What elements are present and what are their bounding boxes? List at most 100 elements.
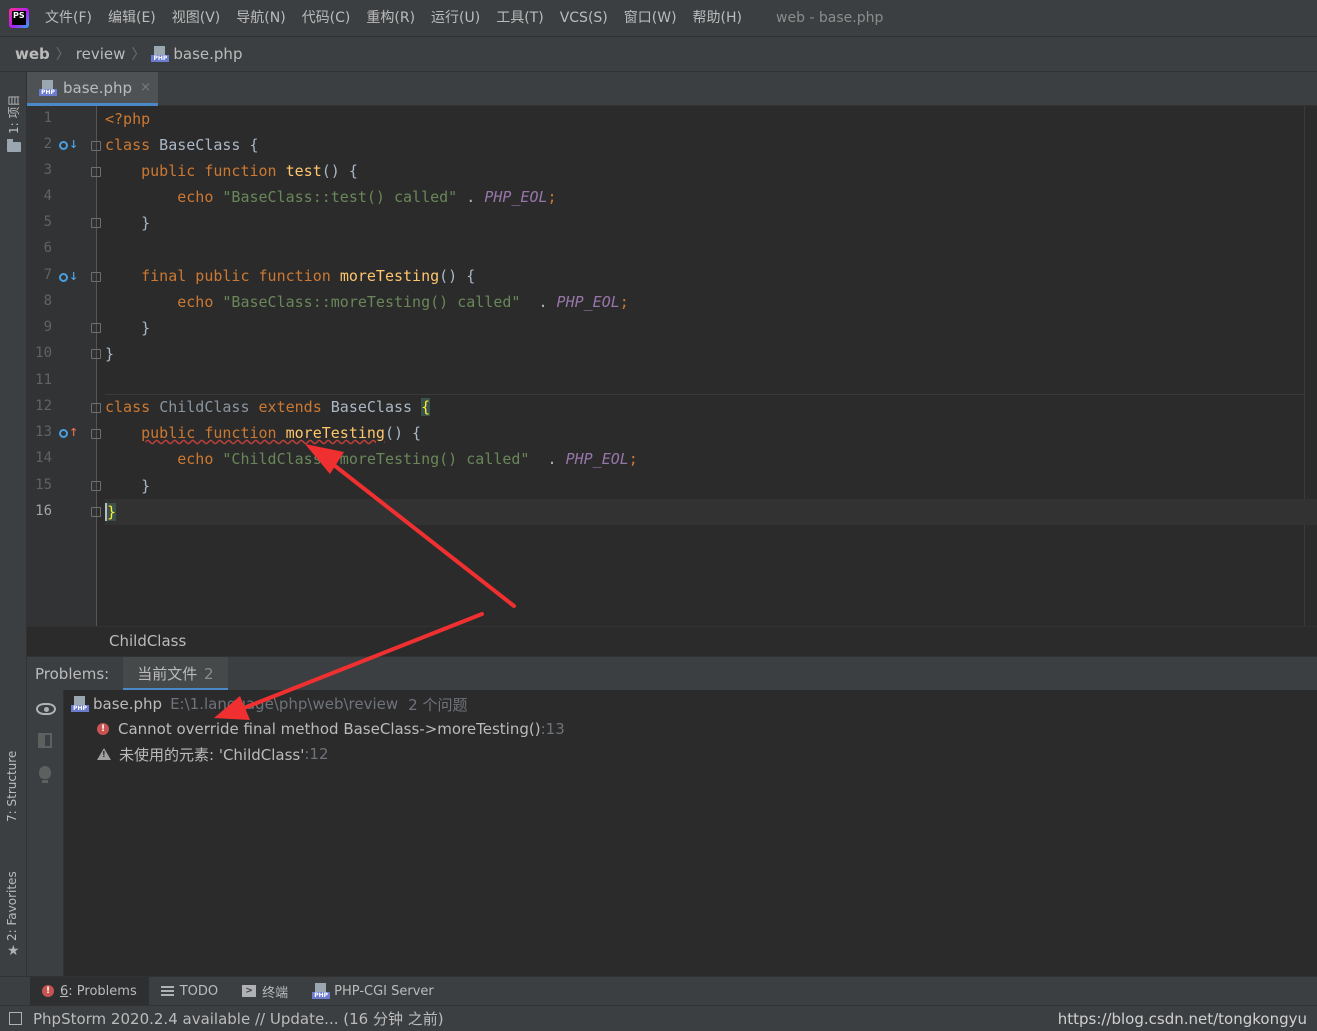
- todo-icon: [160, 986, 174, 996]
- tool-tab-todo[interactable]: TODO: [149, 977, 230, 1006]
- code-line: echo "BaseClass::moreTesting() called" .…: [177, 293, 629, 311]
- fold-toggle-icon[interactable]: [91, 403, 101, 413]
- code-line-error: public function moreTesting() {: [141, 424, 422, 442]
- line-number-gutter: [27, 106, 97, 626]
- menu-help[interactable]: 帮助(H): [685, 0, 750, 36]
- structure-tool-tab[interactable]: 7: Structure: [0, 742, 27, 842]
- code-area[interactable]: <?php class BaseClass { public function …: [105, 106, 1317, 626]
- chevron-right-icon: 〉: [131, 47, 146, 63]
- fold-toggle-icon[interactable]: [91, 141, 101, 151]
- overridden-method-icon[interactable]: ↓: [59, 270, 78, 284]
- problem-item-error[interactable]: ! Cannot override final method BaseClass…: [97, 717, 565, 741]
- editor-tab-bar: PHP base.php ×: [27, 72, 1317, 106]
- watermark-text: https://blog.csdn.net/tongkongyu: [1057, 1010, 1307, 1028]
- code-line: final public function moreTesting() {: [141, 267, 476, 285]
- menu-refactor[interactable]: 重构(R): [358, 0, 423, 36]
- phpstorm-logo-icon: PS: [9, 8, 29, 28]
- problem-item-warning[interactable]: ! 未使用的元素: 'ChildClass' :12: [97, 742, 329, 766]
- code-line: echo "ChildClass::moreTesting() called" …: [177, 450, 638, 468]
- menu-tools[interactable]: 工具(T): [488, 0, 551, 36]
- navigation-breadcrumb: web 〉 review 〉 PHP base.php: [0, 36, 1317, 72]
- line-number: 14: [35, 450, 52, 466]
- menu-edit[interactable]: 编辑(E): [100, 0, 164, 36]
- error-icon: !: [97, 723, 109, 735]
- code-line: class ChildClass extends BaseClass {: [105, 398, 431, 416]
- menu-window[interactable]: 窗口(W): [616, 0, 685, 36]
- php-file-icon: PHP: [71, 696, 89, 712]
- menu-file[interactable]: 文件(F): [37, 0, 100, 36]
- star-icon: ★: [7, 943, 20, 959]
- tool-tab-problems[interactable]: ! 6: Problems: [30, 976, 149, 1006]
- editor-structure-breadcrumb: ChildClass: [27, 626, 1317, 656]
- close-icon[interactable]: ×: [140, 80, 151, 95]
- breadcrumb-item-review[interactable]: review: [76, 45, 126, 63]
- menu-navigate[interactable]: 导航(N): [228, 0, 293, 36]
- tool-tab-terminal[interactable]: > 终端: [230, 977, 300, 1006]
- line-number: 15: [35, 477, 52, 493]
- line-number: 1: [43, 110, 52, 126]
- line-number: 6: [43, 240, 52, 256]
- tool-tab-php-cgi-server[interactable]: PHP PHP-CGI Server: [300, 977, 446, 1006]
- line-number: 13: [35, 424, 52, 440]
- lightbulb-icon[interactable]: [39, 766, 51, 783]
- fold-toggle-icon[interactable]: [91, 167, 101, 177]
- bottom-tool-tabs: ! 6: Problems TODO > 终端 PHP PHP-CGI Serv…: [0, 976, 1317, 1006]
- code-line: }: [105, 477, 151, 495]
- fold-toggle-icon[interactable]: [91, 323, 101, 333]
- code-line: public function test() {: [141, 162, 358, 180]
- tab-current-file[interactable]: 当前文件 2: [123, 656, 228, 691]
- fold-toggle-icon[interactable]: [91, 272, 101, 282]
- preview-icon[interactable]: [38, 733, 52, 748]
- menu-view[interactable]: 视图(V): [164, 0, 229, 36]
- chevron-right-icon: 〉: [55, 47, 70, 63]
- code-line: }: [105, 214, 151, 232]
- fold-toggle-icon[interactable]: [91, 481, 101, 491]
- menu-run[interactable]: 运行(U): [423, 0, 488, 36]
- fold-toggle-icon[interactable]: [91, 218, 101, 228]
- favorites-tool-tab[interactable]: 2: Favorites ★: [0, 867, 27, 967]
- line-number: 4: [43, 188, 52, 204]
- menu-bar: PS 文件(F) 编辑(E) 视图(V) 导航(N) 代码(C) 重构(R) 运…: [0, 0, 1317, 36]
- code-line: }: [105, 319, 151, 337]
- code-line: class BaseClass {: [105, 136, 259, 154]
- problems-panel: PHP base.php E:\1.language\php\web\revie…: [27, 690, 1317, 976]
- menu-code[interactable]: 代码(C): [294, 0, 359, 36]
- fold-toggle-icon[interactable]: [91, 349, 101, 359]
- tool-windows-toggle-icon[interactable]: [9, 1012, 22, 1025]
- line-number: 10: [35, 345, 52, 361]
- overriding-method-icon[interactable]: ↑: [59, 426, 78, 440]
- breadcrumb-class-childclass[interactable]: ChildClass: [109, 632, 186, 650]
- code-line: <?php: [105, 110, 151, 128]
- code-line: }: [105, 345, 115, 363]
- line-number: 7: [43, 267, 52, 283]
- status-message[interactable]: PhpStorm 2020.2.4 available // Update...…: [33, 1008, 444, 1029]
- fold-toggle-icon[interactable]: [91, 507, 101, 517]
- code-line: echo "BaseClass::test() called" . PHP_EO…: [177, 188, 557, 206]
- terminal-icon: >: [242, 985, 257, 997]
- folder-icon: [7, 139, 21, 152]
- line-number: 8: [43, 293, 52, 309]
- tab-base-php[interactable]: PHP base.php ×: [27, 72, 158, 106]
- window-title: web - base.php: [776, 10, 884, 26]
- breadcrumb-item-base-php[interactable]: base.php: [173, 45, 242, 63]
- line-number: 3: [43, 162, 52, 178]
- breadcrumb-item-web[interactable]: web: [15, 45, 50, 63]
- problems-panel-header: Problems: 当前文件 2: [27, 656, 1317, 691]
- code-editor[interactable]: 1 2 3 4 5 6 7 8 9 10 11 12 13 14 15 16 ↓…: [27, 106, 1317, 626]
- line-number-current: 16: [35, 503, 52, 519]
- problems-file-node[interactable]: PHP base.php E:\1.language\php\web\revie…: [71, 692, 467, 716]
- project-tool-tab[interactable]: 1: 项目: [0, 80, 27, 152]
- status-bar: PhpStorm 2020.2.4 available // Update...…: [0, 1005, 1317, 1031]
- fold-toggle-icon[interactable]: [91, 429, 101, 439]
- line-number: 11: [35, 372, 52, 388]
- php-file-icon: PHP: [39, 79, 57, 96]
- overridden-method-icon[interactable]: ↓: [59, 138, 78, 152]
- code-line-current: }: [105, 499, 1317, 525]
- line-number: 12: [35, 398, 52, 414]
- left-tool-stripe: 1: 项目 7: Structure 2: Favorites ★: [0, 72, 27, 976]
- menu-vcs[interactable]: VCS(S): [552, 0, 616, 36]
- tab-label: base.php: [63, 78, 133, 97]
- eye-icon[interactable]: [36, 703, 56, 715]
